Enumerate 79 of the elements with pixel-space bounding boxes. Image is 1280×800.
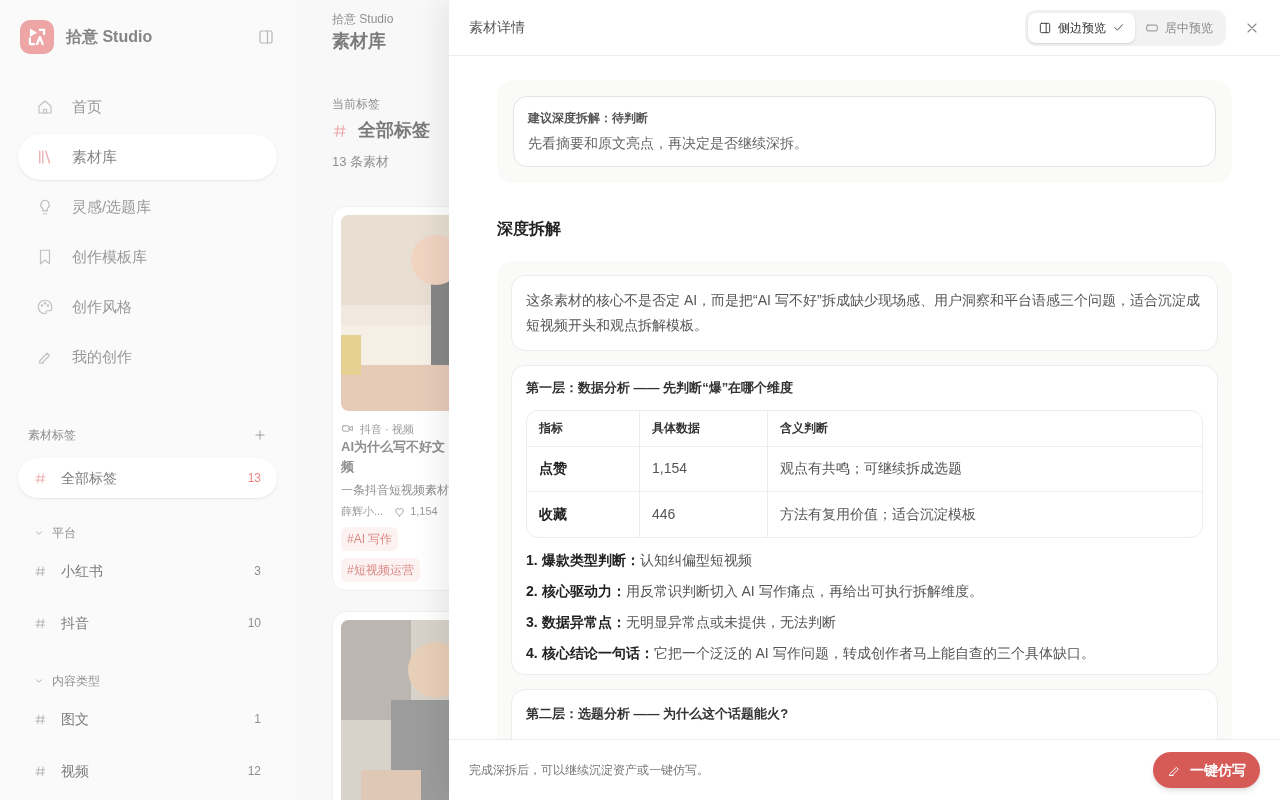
side-panel-icon (1038, 20, 1052, 35)
material-count: 13 条素材 (332, 153, 390, 171)
logo-icon (20, 20, 54, 54)
nav-item[interactable]: 我的创作 (18, 334, 277, 380)
tag-chip[interactable]: #短视频运营 (341, 557, 420, 582)
analysis-point: 1. 爆款类型判断：认知纠偏型短视频 (526, 550, 753, 570)
imitate-button[interactable]: 一键仿写 (1153, 752, 1260, 788)
plus-icon (253, 428, 267, 442)
brand-name: 拾意 Studio (66, 27, 153, 47)
check-icon (1112, 21, 1125, 34)
tag-count: 10 (247, 615, 261, 632)
side-panel-icon (257, 28, 275, 46)
tag-item[interactable]: 小红书 3 (18, 548, 277, 594)
table-cell: 方法有复用价值；适合沉淀模板 (767, 491, 1202, 537)
analysis-point: 3. 数据异常点：无明显异常点或未提供，无法判断 (526, 612, 837, 632)
current-tag: 全部标签 (358, 117, 430, 144)
column-header: 指标 (527, 410, 639, 447)
view-mode-tab[interactable]: 侧边预览 (1028, 12, 1135, 43)
hash-icon (332, 122, 348, 139)
tag-item[interactable]: 抖音 10 (18, 600, 277, 646)
tag-label: 图文 (61, 709, 89, 729)
summary-text: 这条素材的核心不是否定 AI，而是把“AI 写不好”拆成缺少现场感、用户洞察和平台语感三个问题，适合沉淀成短视频开头和观点拆解模板。 (526, 291, 1201, 335)
tag-count: 13 (247, 470, 261, 487)
chevron-down-icon (34, 676, 44, 686)
table-cell: 观点有共鸣；可继续拆成选题 (767, 446, 1202, 492)
tag-label: 抖音 (61, 613, 89, 633)
tag-count: 12 (247, 763, 261, 780)
section-label: 素材标签 (28, 427, 76, 444)
chevron-down-icon (34, 528, 44, 538)
source-label: 抖音 · 视频 (360, 421, 414, 437)
card-title: 频 (341, 458, 355, 476)
tag-item[interactable]: 图文 1 (18, 696, 277, 742)
analysis-point: 2. 核心驱动力：用反常识判断切入 AI 写作痛点，再给出可执行拆解维度。 (526, 581, 984, 601)
hash-icon (34, 471, 47, 485)
card-description: 一条抖音短视频素材 (341, 482, 449, 499)
suggestion-title: 建议深度拆解：待判断 (528, 110, 649, 127)
tag-count: 1 (254, 711, 261, 728)
layer-title: 第一层：数据分析 —— 先判断“爆”在哪个维度 (526, 379, 795, 397)
like-count: 1,154 (410, 504, 438, 519)
tag-chip[interactable]: #AI 写作 (341, 526, 399, 551)
nav-item[interactable]: 素材库 (18, 134, 277, 180)
nav-item[interactable]: 灵感/选题库 (18, 184, 277, 230)
nav-item[interactable]: 首页 (18, 84, 277, 130)
nav-item[interactable]: 创作风格 (18, 284, 277, 330)
tag-label: 全部标签 (61, 468, 117, 488)
footer-note: 完成深拆后，可以继续沉淀资产或一键仿写。 (469, 762, 709, 779)
section-heading: 深度拆解 (497, 219, 562, 239)
panel-title: 素材详情 (469, 18, 526, 37)
tag-label: 小红书 (61, 561, 103, 581)
analysis-point: 4. 核心结论一句话：它把一个泛泛的 AI 写作问题，转成创作者马上能自查的三个具体缺口。 (526, 643, 1096, 663)
author-name: 薛辉小... (341, 504, 384, 519)
hash-icon (34, 712, 47, 726)
suggestion-text: 先看摘要和原文亮点，再决定是否继续深拆。 (528, 134, 809, 153)
hash-icon (34, 764, 47, 778)
hash-icon (34, 564, 47, 578)
tag-item[interactable]: 视频 12 (18, 748, 277, 794)
home-icon (36, 98, 54, 116)
layer-title: 第二层：选题分析 —— 为什么这个话题能火? (526, 704, 790, 723)
hash-icon (34, 616, 47, 630)
table-cell-text: 收藏 (538, 504, 568, 524)
column-header: 含义判断 (767, 410, 1202, 447)
column-header: 具体数据 (639, 410, 767, 447)
view-mode-tab[interactable]: 居中预览 (1135, 12, 1223, 43)
group-header[interactable]: 平台 (18, 524, 277, 542)
sidebar-toggle-button[interactable] (257, 28, 275, 46)
table-cell: 点赞 (527, 446, 639, 492)
add-button[interactable] (253, 428, 267, 442)
palette-icon (36, 298, 54, 316)
group-header[interactable]: 内容类型 (18, 672, 277, 690)
table-cell: 446 (639, 491, 767, 537)
page-title: 素材库 (332, 30, 386, 53)
table-cell: 1,154 (639, 446, 767, 492)
current-tag-label: 当前标签 (332, 96, 380, 113)
tag-item[interactable]: 全部标签 13 (18, 458, 277, 498)
tag-label: 视频 (61, 761, 89, 781)
card-title: AI为什么写不好文 (341, 438, 446, 456)
tag-count: 3 (254, 563, 261, 580)
breadcrumb: 拾意 Studio (332, 11, 394, 28)
nav-item[interactable]: 创作模板库 (18, 234, 277, 280)
